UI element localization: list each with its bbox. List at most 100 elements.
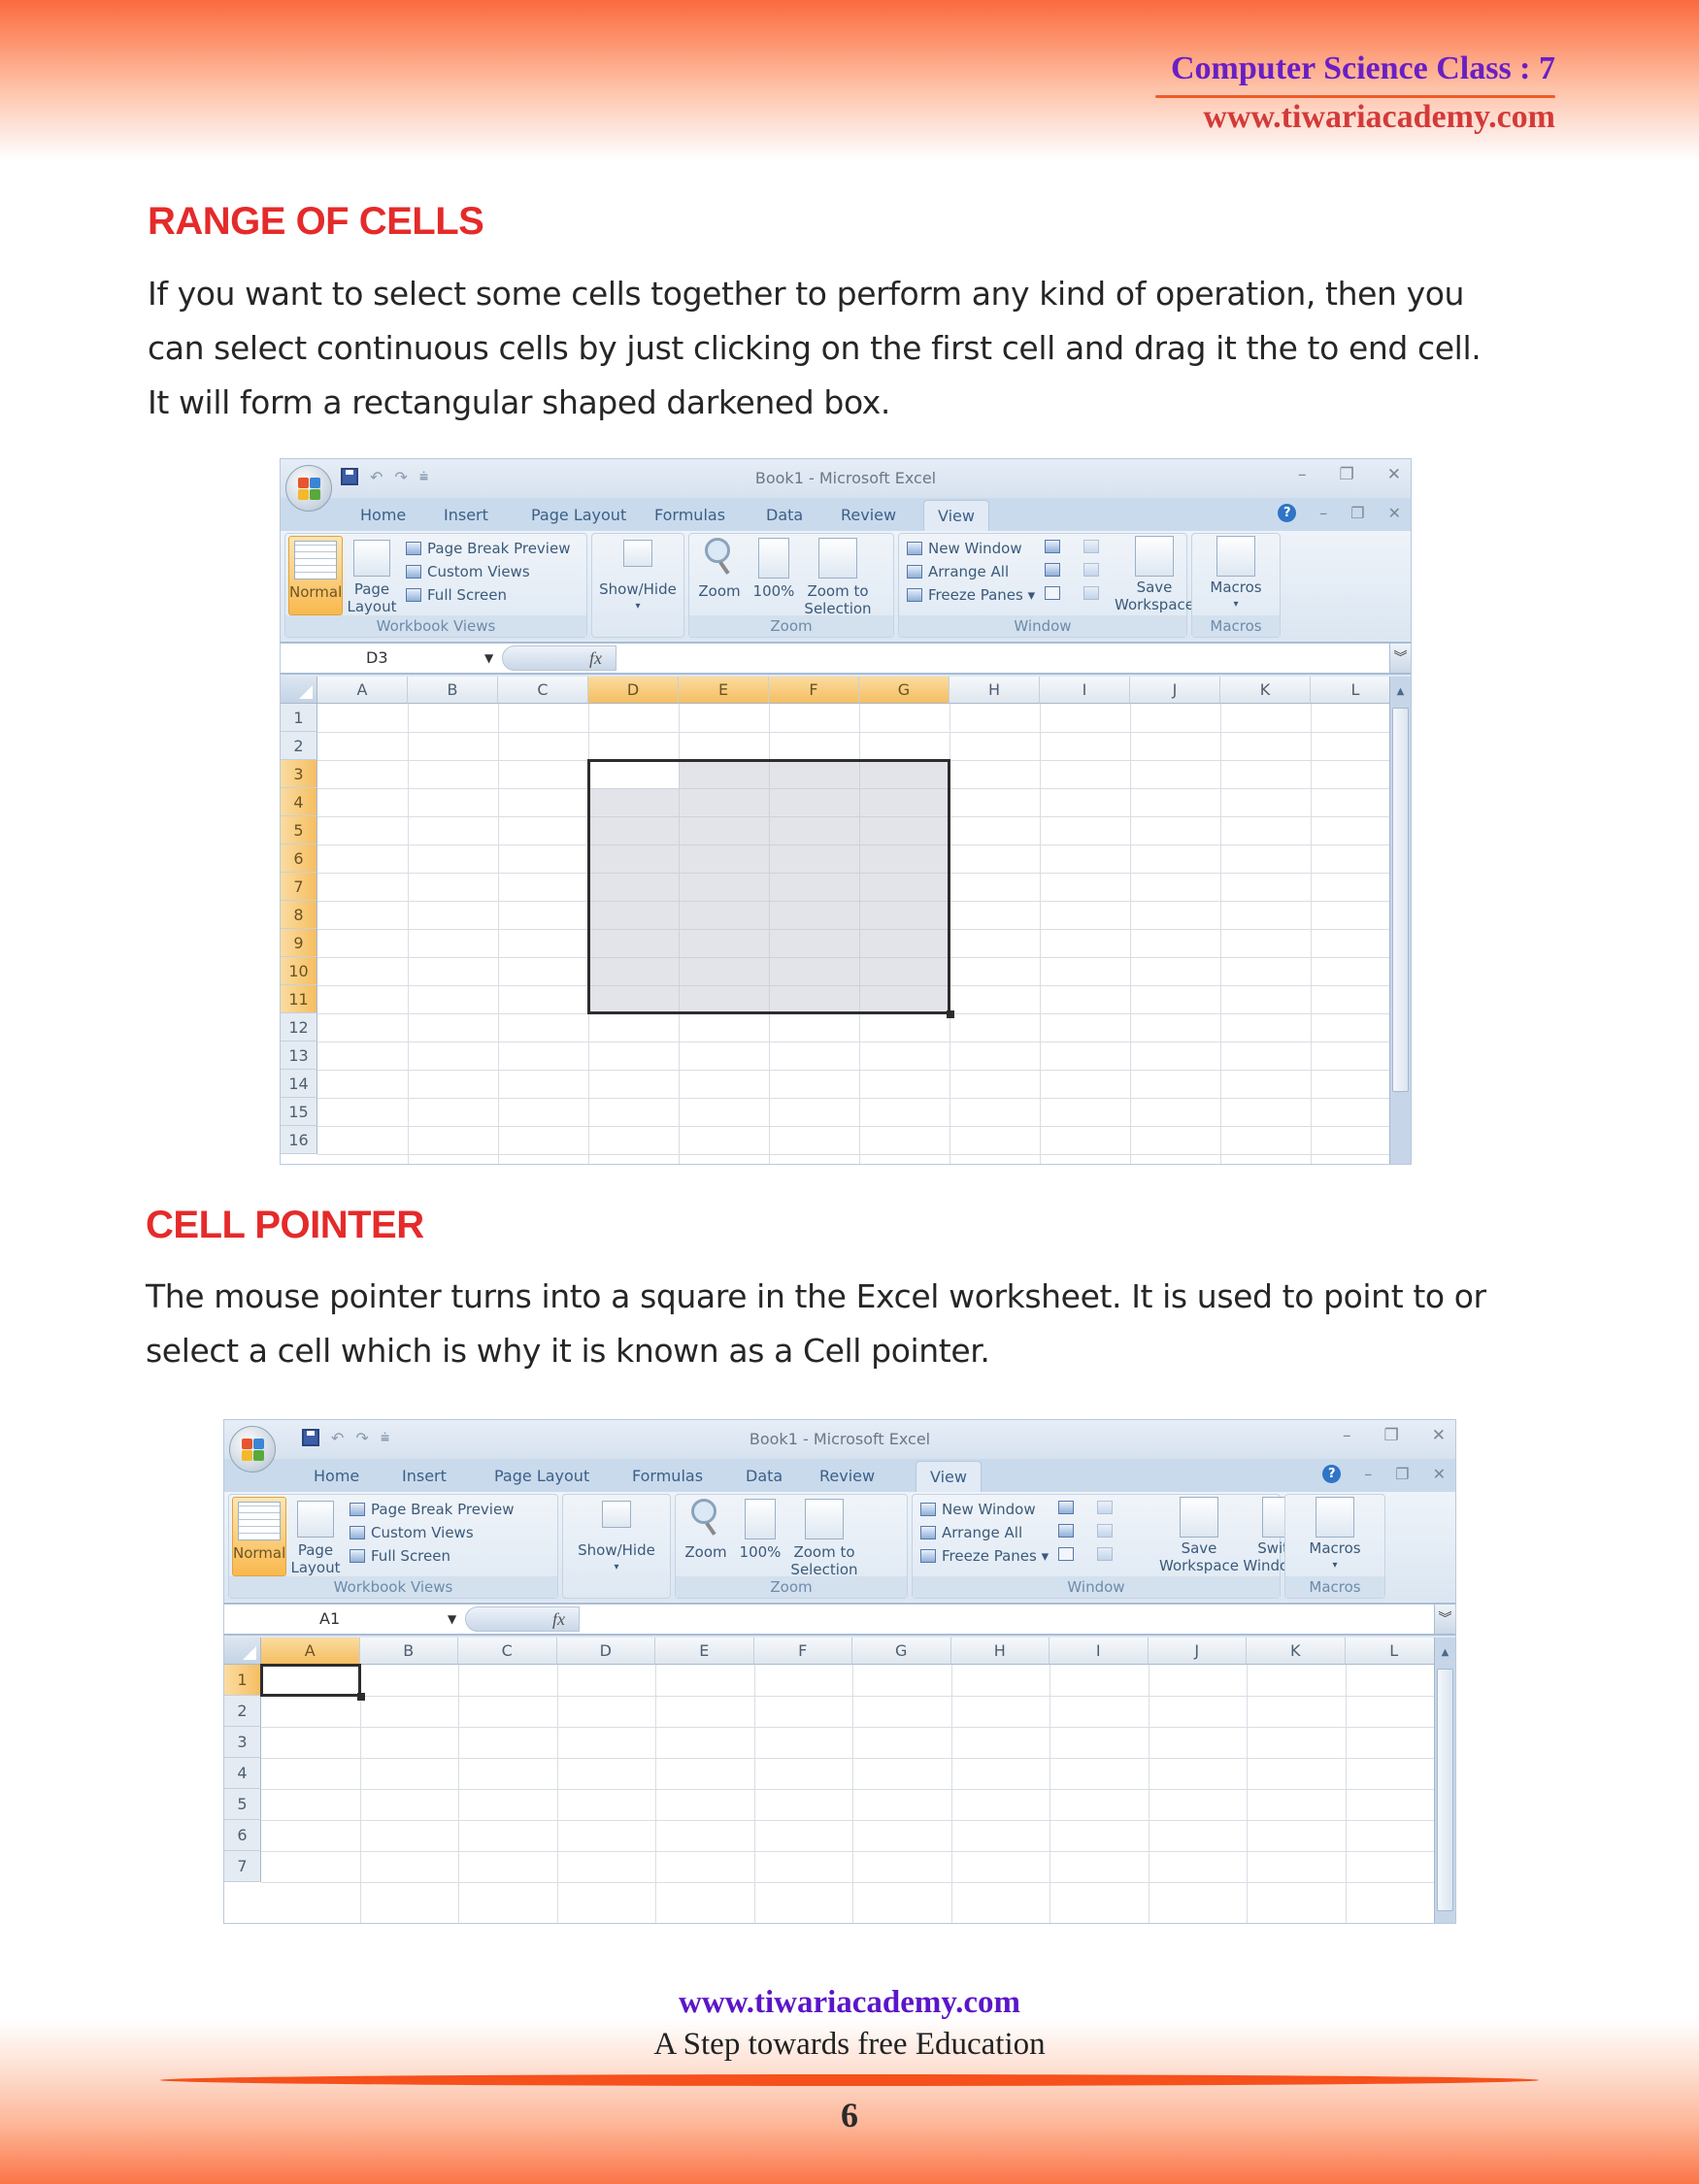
office-button[interactable] bbox=[229, 1426, 276, 1473]
help-icon[interactable]: ? bbox=[1278, 504, 1297, 522]
undo-icon[interactable]: ↶ bbox=[370, 468, 383, 486]
close-icon[interactable]: ✕ bbox=[1432, 1426, 1446, 1445]
arrange-all-button[interactable]: Arrange All bbox=[907, 563, 1009, 580]
workbook-close-icon[interactable]: ✕ bbox=[1433, 1465, 1446, 1483]
row-header-10[interactable]: 10 bbox=[281, 957, 317, 985]
zoom-to-selection-button[interactable]: Zoom to Selection bbox=[804, 538, 872, 617]
zoom-to-selection-button[interactable]: Zoom to Selection bbox=[790, 1499, 858, 1578]
column-header-K[interactable]: K bbox=[1220, 677, 1311, 704]
column-header-L[interactable]: L bbox=[1311, 677, 1401, 704]
freeze-panes-button[interactable]: Freeze Panes ▾ bbox=[907, 586, 1035, 604]
unhide-button[interactable] bbox=[1058, 1547, 1074, 1561]
selected-range[interactable] bbox=[587, 759, 950, 1014]
insert-function-icon[interactable]: fx bbox=[589, 644, 602, 673]
name-box-dropdown-icon[interactable]: ▼ bbox=[448, 1605, 456, 1634]
row-header-4[interactable]: 4 bbox=[281, 788, 317, 816]
tab-review[interactable]: Review bbox=[841, 506, 896, 524]
full-screen-button[interactable]: Full Screen bbox=[350, 1547, 450, 1565]
split-button[interactable] bbox=[1058, 1501, 1074, 1514]
row-header-12[interactable]: 12 bbox=[281, 1013, 317, 1042]
select-all-button[interactable] bbox=[224, 1638, 261, 1665]
column-header-I[interactable]: I bbox=[1040, 677, 1130, 704]
row-header-15[interactable]: 15 bbox=[281, 1098, 317, 1126]
custom-views-button[interactable]: Custom Views bbox=[350, 1524, 474, 1541]
redo-icon[interactable]: ↷ bbox=[355, 1429, 368, 1447]
undo-icon[interactable]: ↶ bbox=[331, 1429, 344, 1447]
row-header-4[interactable]: 4 bbox=[224, 1758, 261, 1789]
unhide-button[interactable] bbox=[1045, 586, 1060, 600]
row-header-16[interactable]: 16 bbox=[281, 1126, 317, 1154]
scroll-up-icon[interactable]: ▲ bbox=[1437, 1639, 1453, 1667]
reset-position-button[interactable] bbox=[1097, 1547, 1113, 1561]
column-header-L[interactable]: L bbox=[1345, 1638, 1444, 1665]
row-header-3[interactable]: 3 bbox=[281, 760, 317, 788]
name-box[interactable]: A1 bbox=[319, 1605, 340, 1634]
freeze-panes-button[interactable]: Freeze Panes ▾ bbox=[920, 1547, 1049, 1565]
tab-insert[interactable]: Insert bbox=[402, 1467, 447, 1485]
normal-view-button[interactable]: Normal bbox=[288, 536, 343, 615]
cell-pointer[interactable] bbox=[260, 1664, 361, 1697]
row-header-7[interactable]: 7 bbox=[224, 1851, 261, 1882]
column-header-E[interactable]: E bbox=[655, 1638, 754, 1665]
row-header-1[interactable]: 1 bbox=[224, 1665, 261, 1696]
macros-button[interactable]: Macros ▾ bbox=[1192, 536, 1280, 613]
row-header-1[interactable]: 1 bbox=[281, 704, 317, 732]
row-header-7[interactable]: 7 bbox=[281, 873, 317, 901]
group-show-hide[interactable]: Show/Hide ▾ bbox=[562, 1494, 671, 1599]
row-header-3[interactable]: 3 bbox=[224, 1727, 261, 1758]
tab-formulas[interactable]: Formulas bbox=[632, 1467, 703, 1485]
zoom-100-button[interactable]: 100% bbox=[750, 538, 798, 600]
normal-view-button[interactable]: Normal bbox=[232, 1497, 286, 1576]
group-show-hide[interactable]: Show/Hide ▾ bbox=[591, 533, 684, 638]
active-cell[interactable] bbox=[590, 762, 679, 788]
tab-insert[interactable]: Insert bbox=[444, 506, 488, 524]
tab-data[interactable]: Data bbox=[746, 1467, 783, 1485]
view-side-by-side-button[interactable] bbox=[1097, 1501, 1113, 1514]
vertical-scrollbar[interactable]: ▲ bbox=[1434, 1638, 1455, 1923]
column-header-C[interactable]: C bbox=[458, 1638, 557, 1665]
footer-url[interactable]: www.tiwariacademy.com bbox=[0, 1985, 1699, 2021]
column-header-J[interactable]: J bbox=[1148, 1638, 1247, 1665]
tab-view[interactable]: View bbox=[923, 500, 989, 531]
show-hide-button[interactable]: Show/Hide ▾ bbox=[592, 540, 683, 615]
fill-handle[interactable] bbox=[356, 1693, 365, 1701]
sync-scroll-button[interactable] bbox=[1083, 563, 1099, 577]
tab-review[interactable]: Review bbox=[819, 1467, 875, 1485]
help-icon[interactable]: ? bbox=[1322, 1465, 1342, 1483]
column-header-G[interactable]: G bbox=[859, 677, 949, 704]
name-box[interactable]: D3 bbox=[366, 644, 388, 673]
tab-home[interactable]: Home bbox=[360, 506, 406, 524]
scrollbar-thumb[interactable] bbox=[1392, 708, 1409, 1092]
row-header-2[interactable]: 2 bbox=[281, 732, 317, 760]
tab-page-layout[interactable]: Page Layout bbox=[531, 506, 626, 524]
save-workspace-button[interactable]: Save Workspace bbox=[1155, 1497, 1243, 1574]
page-layout-button[interactable]: Page Layout bbox=[289, 1501, 342, 1576]
restore-icon[interactable]: ❐ bbox=[1384, 1426, 1399, 1445]
column-header-G[interactable]: G bbox=[852, 1638, 951, 1665]
column-header-D[interactable]: D bbox=[556, 1638, 655, 1665]
row-header-8[interactable]: 8 bbox=[281, 901, 317, 929]
page-break-preview-button[interactable]: Page Break Preview bbox=[350, 1501, 514, 1518]
expand-formula-bar-icon[interactable]: ︾ bbox=[1434, 1605, 1455, 1634]
formula-input[interactable] bbox=[618, 644, 1387, 673]
save-icon[interactable] bbox=[341, 468, 358, 485]
workbook-close-icon[interactable]: ✕ bbox=[1388, 504, 1401, 522]
tab-data[interactable]: Data bbox=[766, 506, 803, 524]
fill-handle[interactable] bbox=[947, 1010, 954, 1018]
row-header-14[interactable]: 14 bbox=[281, 1070, 317, 1098]
vertical-scrollbar[interactable]: ▲ bbox=[1389, 677, 1411, 1164]
name-box-dropdown-icon[interactable]: ▼ bbox=[484, 644, 493, 673]
worksheet-grid[interactable]: ABCDEFGHIJKL 1234567 bbox=[224, 1638, 1445, 1923]
workbook-restore-icon[interactable]: ❐ bbox=[1350, 504, 1364, 522]
zoom-button[interactable]: Zoom bbox=[682, 1499, 730, 1561]
scroll-up-icon[interactable]: ▲ bbox=[1392, 678, 1409, 706]
row-header-13[interactable]: 13 bbox=[281, 1042, 317, 1070]
tab-page-layout[interactable]: Page Layout bbox=[494, 1467, 589, 1485]
new-window-button[interactable]: New Window bbox=[920, 1501, 1036, 1518]
column-header-H[interactable]: H bbox=[949, 677, 1040, 704]
column-header-E[interactable]: E bbox=[679, 677, 769, 704]
row-header-11[interactable]: 11 bbox=[281, 985, 317, 1013]
row-header-2[interactable]: 2 bbox=[224, 1696, 261, 1727]
column-header-B[interactable]: B bbox=[359, 1638, 458, 1665]
column-header-K[interactable]: K bbox=[1247, 1638, 1346, 1665]
